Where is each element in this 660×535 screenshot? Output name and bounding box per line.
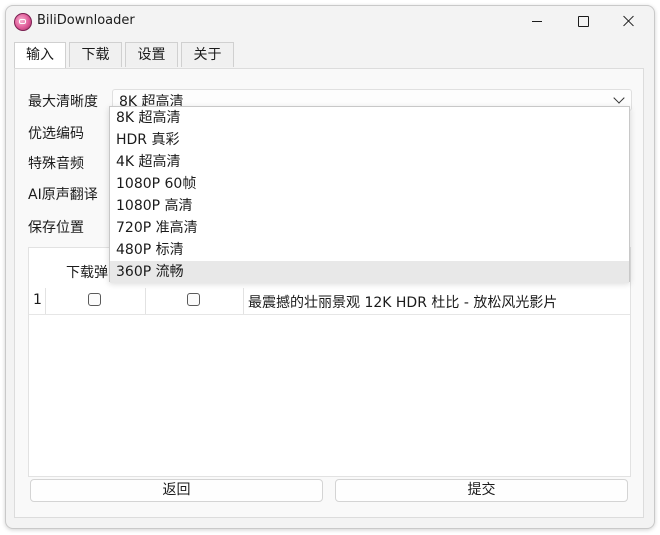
- cell-divider: [243, 288, 244, 314]
- submit-button[interactable]: 提交: [335, 479, 628, 502]
- save-location-label: 保存位置: [28, 220, 84, 236]
- tab-input[interactable]: 输入: [14, 42, 66, 69]
- table-row[interactable]: 1 最震撼的壮丽景观 12K HDR 杜比 - 放松风光影片: [29, 288, 630, 315]
- row-checkbox[interactable]: [187, 293, 200, 306]
- column-header-download-danmaku[interactable]: 下载弹: [66, 262, 108, 282]
- tab-download[interactable]: 下载: [69, 42, 122, 67]
- minimize-button[interactable]: [514, 6, 560, 36]
- quality-option-hdr[interactable]: HDR 真彩: [110, 129, 629, 151]
- download-danmaku-checkbox[interactable]: [88, 293, 101, 306]
- ai-translate-label: AI原声翻译: [28, 187, 98, 203]
- title-bar[interactable]: BiliDownloader: [6, 6, 654, 36]
- row-index: 1: [33, 292, 42, 308]
- quality-option-1080p60[interactable]: 1080P 60帧: [110, 173, 629, 195]
- close-button[interactable]: [606, 6, 652, 36]
- quality-option-4k[interactable]: 4K 超高清: [110, 151, 629, 173]
- cell-divider: [145, 288, 146, 314]
- chevron-down-icon: [613, 92, 625, 104]
- back-button[interactable]: 返回: [30, 479, 323, 502]
- tab-settings[interactable]: 设置: [125, 42, 178, 67]
- quality-option-360p[interactable]: 360P 流畅: [110, 261, 629, 283]
- maximize-button[interactable]: [560, 6, 606, 36]
- window-title: BiliDownloader: [37, 13, 135, 28]
- quality-option-480p[interactable]: 480P 标清: [110, 239, 629, 261]
- bilibili-tv-icon: [14, 13, 32, 31]
- cell-divider: [45, 288, 46, 314]
- maximize-icon: [577, 15, 589, 27]
- preferred-codec-label: 优选编码: [28, 126, 84, 142]
- minimize-icon: [532, 20, 542, 22]
- close-icon: [623, 15, 635, 27]
- quality-dropdown-list: 8K 超高清 HDR 真彩 4K 超高清 1080P 60帧 1080P 高清 …: [109, 106, 630, 283]
- quality-option-720p[interactable]: 720P 准高清: [110, 217, 629, 239]
- max-quality-label: 最大清晰度: [28, 94, 98, 110]
- quality-option-1080p[interactable]: 1080P 高清: [110, 195, 629, 217]
- video-title: 最震撼的壮丽景观 12K HDR 杜比 - 放松风光影片: [248, 295, 558, 311]
- tab-about[interactable]: 关于: [181, 42, 234, 67]
- special-audio-label: 特殊音频: [28, 156, 84, 172]
- quality-option-8k[interactable]: 8K 超高清: [110, 107, 629, 129]
